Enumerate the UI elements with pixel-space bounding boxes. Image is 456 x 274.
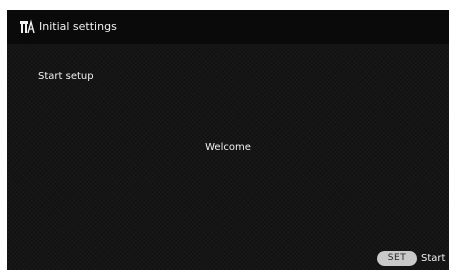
set-button[interactable]: SET bbox=[377, 251, 417, 266]
start-setup-item[interactable]: Start setup bbox=[38, 70, 94, 84]
initial-settings-icon bbox=[19, 19, 35, 35]
start-label: Start bbox=[421, 253, 446, 264]
welcome-message: Welcome bbox=[205, 142, 251, 153]
page-title: Initial settings bbox=[39, 20, 117, 33]
camera-screen: Initial settings Start setup Welcome SET… bbox=[7, 10, 449, 270]
header-bar: Initial settings bbox=[7, 10, 449, 44]
